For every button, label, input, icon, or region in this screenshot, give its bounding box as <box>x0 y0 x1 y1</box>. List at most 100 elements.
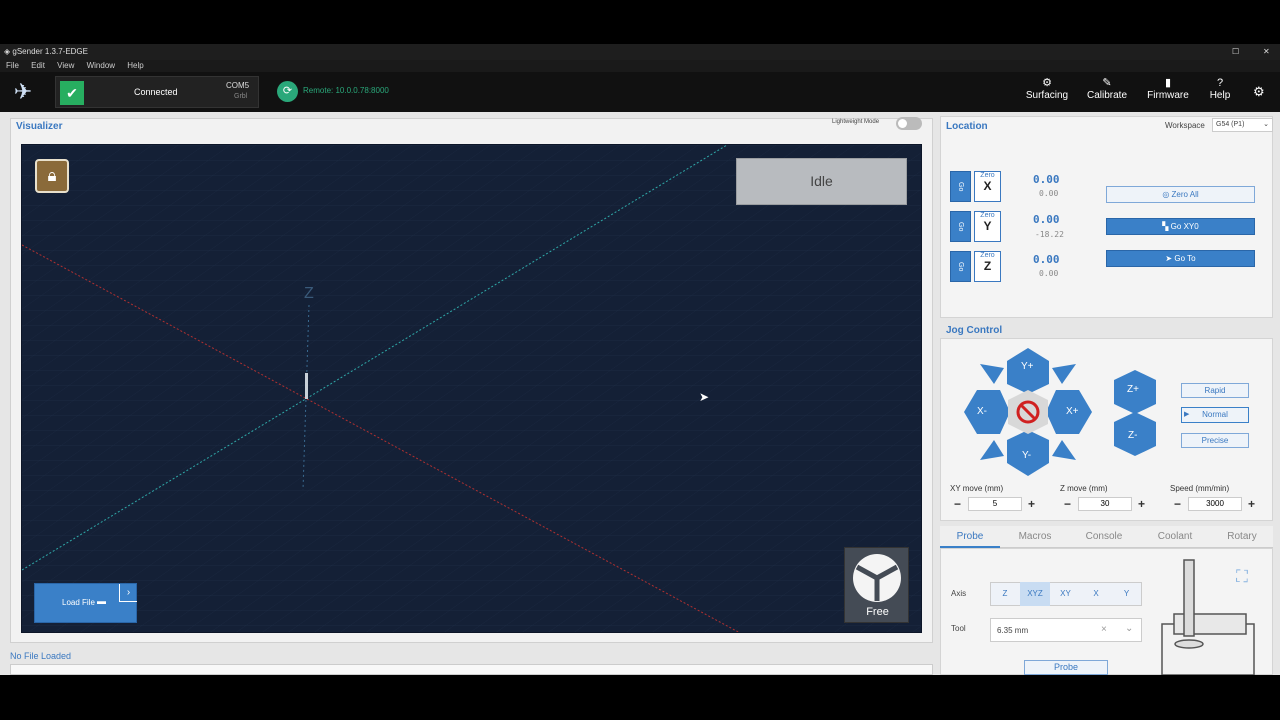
go-z-button[interactable]: Go <box>950 251 971 282</box>
connection-widget[interactable]: ✔ Connected COM5 Grbl <box>55 76 259 108</box>
surfacing-icon: ⚙ <box>1042 77 1052 89</box>
z-jog-pad <box>1114 370 1156 456</box>
location-title: Location <box>946 121 988 132</box>
calibrate-button[interactable]: ✎ Calibrate <box>1079 76 1135 101</box>
jog-xminus-yplus[interactable] <box>980 364 1004 384</box>
tab-rotary[interactable]: Rotary <box>1212 531 1272 542</box>
cube-icon <box>853 554 901 602</box>
xy-move-input[interactable]: 5 <box>968 497 1022 511</box>
go-x-button[interactable]: Go <box>950 171 971 202</box>
controller-label: Grbl <box>234 93 248 100</box>
speed-input[interactable]: 3000 <box>1188 497 1242 511</box>
workspace-select[interactable]: G54 (P1) ⌄ <box>1212 118 1273 132</box>
toggle-knob <box>898 119 907 128</box>
window-title: gSender 1.3.7-EDGE <box>12 47 88 56</box>
settings-gear-icon[interactable]: ⚙ <box>1253 84 1265 100</box>
app-window: ◈ gSender 1.3.7-EDGE ☐ ✕ File Edit View … <box>0 0 1280 720</box>
firmware-button[interactable]: ▮ Firmware <box>1140 76 1196 101</box>
chevron-down-icon[interactable]: ⌄ <box>1125 623 1133 634</box>
remote-icon[interactable]: ⟳ <box>277 81 298 102</box>
check-icon: ✔ <box>60 81 84 105</box>
lightweight-mode-toggle[interactable] <box>896 117 922 130</box>
target-icon: ◎ <box>1162 190 1172 199</box>
zero-z-button[interactable]: Zero Z <box>974 251 1001 282</box>
expand-icon[interactable]: ⛶ <box>1236 567 1248 587</box>
y-machine-position: -18.22 <box>1035 230 1064 239</box>
y-plus-label: Y+ <box>1021 361 1034 372</box>
close-icon[interactable]: ✕ <box>1263 44 1270 60</box>
mouse-cursor: ➤ <box>699 390 710 404</box>
machine-state-badge: Idle <box>736 158 907 205</box>
y-work-position: 0.00 <box>1033 213 1060 226</box>
chevron-right-icon[interactable]: › <box>119 584 137 602</box>
connection-status: Connected <box>134 87 178 97</box>
axis-option-y[interactable]: Y <box>1111 582 1142 606</box>
menu-help[interactable]: Help <box>127 61 143 70</box>
x-plus-label: X+ <box>1066 406 1079 417</box>
speed-increment[interactable]: + <box>1248 498 1255 510</box>
menu-edit[interactable]: Edit <box>31 61 45 70</box>
go-to-button[interactable]: ➤ Go To <box>1106 250 1255 267</box>
workspace-label: Workspace <box>1165 121 1205 130</box>
menu-view[interactable]: View <box>57 61 74 70</box>
xy-move-increment[interactable]: + <box>1028 498 1035 510</box>
zero-y-button[interactable]: Zero Y <box>974 211 1001 242</box>
camera-mode-label: Free <box>866 606 889 618</box>
speed-precise-button[interactable]: Precise <box>1181 433 1249 448</box>
menu-window[interactable]: Window <box>87 61 115 70</box>
speed-decrement[interactable]: − <box>1174 498 1181 510</box>
camera-mode-button[interactable]: Free <box>844 547 909 623</box>
z-work-position: 0.00 <box>1033 253 1060 266</box>
visualizer-canvas[interactable]: Z 🔒︎ Idle Load File ▬ › Free <box>21 144 922 633</box>
lightweight-mode-label: Lightweight Mode <box>832 119 880 125</box>
load-file-button[interactable]: Load File ▬ › <box>34 583 137 623</box>
speed-label: Speed (mm/min) <box>1170 484 1230 493</box>
jog-xminus-yminus[interactable] <box>980 440 1004 460</box>
remote-status[interactable]: Remote: 10.0.0.78:8000 <box>303 86 389 95</box>
zero-all-button[interactable]: ◎ Zero All <box>1106 186 1255 203</box>
axis-option-xyz[interactable]: XYZ <box>1020 582 1050 606</box>
go-y-button[interactable]: Go <box>950 211 971 242</box>
grid <box>22 145 921 632</box>
axis-option-z[interactable]: Z <box>990 582 1020 606</box>
jog-x-minus[interactable] <box>964 390 1010 434</box>
z-plus-label: Z+ <box>1127 384 1139 395</box>
tab-macros[interactable]: Macros <box>1005 531 1065 542</box>
firmware-icon: ▮ <box>1164 77 1172 89</box>
speed-normal-button[interactable]: ▶ Normal <box>1181 407 1249 423</box>
tab-probe[interactable]: Probe <box>940 531 1000 542</box>
menu-bar: File Edit View Window Help <box>0 60 1280 72</box>
z-move-input[interactable]: 30 <box>1078 497 1132 511</box>
xy-move-decrement[interactable]: − <box>954 498 961 510</box>
axis-option-x[interactable]: X <box>1081 582 1111 606</box>
folder-icon: ▬ <box>97 596 106 606</box>
tool-select[interactable]: 6.35 mm × ⌄ <box>990 618 1142 642</box>
help-button[interactable]: ? Help <box>1192 76 1248 101</box>
app-header: ✈ ✔ Connected COM5 Grbl ⟳ Remote: 10.0.0… <box>0 72 1280 112</box>
tab-console[interactable]: Console <box>1074 531 1134 542</box>
tool-marker <box>305 373 308 399</box>
jog-xplus-yplus[interactable] <box>1052 364 1076 384</box>
jog-xplus-yminus[interactable] <box>1052 440 1076 460</box>
x-minus-label: X- <box>977 406 987 417</box>
clear-icon[interactable]: × <box>1101 624 1107 635</box>
z-minus-label: Z- <box>1128 430 1138 441</box>
axis-option-xy[interactable]: XY <box>1050 582 1081 606</box>
z-machine-position: 0.00 <box>1039 269 1059 278</box>
logo-icon: ✈ <box>13 79 33 104</box>
z-move-decrement[interactable]: − <box>1064 498 1071 510</box>
speed-rapid-button[interactable]: Rapid <box>1181 383 1249 398</box>
menu-file[interactable]: File <box>6 61 19 70</box>
app-icon: ◈ <box>4 47 11 56</box>
lock-icon[interactable]: 🔒︎ <box>35 159 69 193</box>
maximize-icon[interactable]: ☐ <box>1232 44 1239 60</box>
z-move-increment[interactable]: + <box>1138 498 1145 510</box>
tab-coolant[interactable]: Coolant <box>1145 531 1205 542</box>
go-xy0-button[interactable]: ▚ Go XY0 <box>1106 218 1255 235</box>
zero-x-button[interactable]: Zero X <box>974 171 1001 202</box>
jog-control-title: Jog Control <box>946 325 1003 336</box>
selected-caret-icon: ▶ <box>1184 411 1190 418</box>
surfacing-button[interactable]: ⚙ Surfacing <box>1019 76 1075 101</box>
probe-button[interactable]: Probe <box>1024 660 1108 675</box>
visualizer-title: Visualizer <box>16 121 63 132</box>
